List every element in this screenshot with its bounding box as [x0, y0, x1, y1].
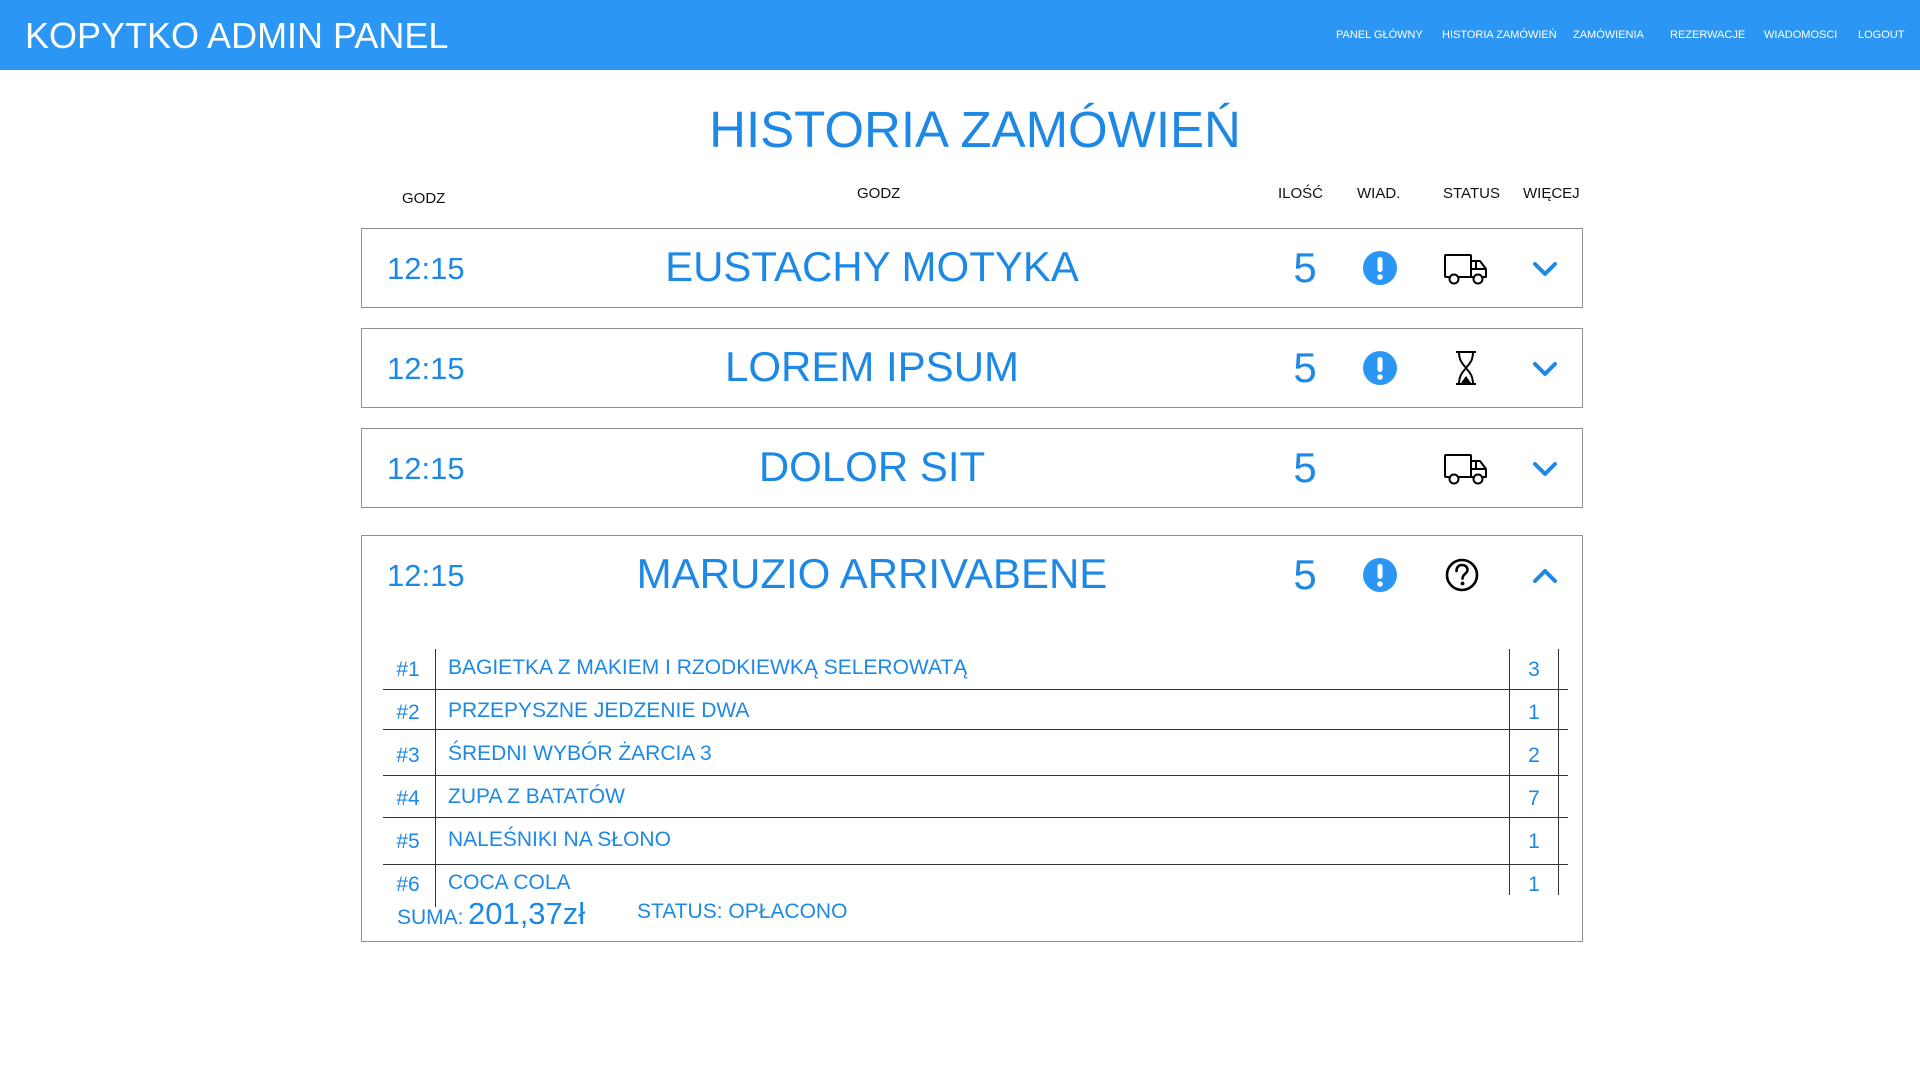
order-quantity: 5	[1293, 551, 1317, 598]
column-header-quantity: ILOŚĆ	[1278, 185, 1324, 202]
item-name: COCA COLA	[448, 871, 571, 894]
table-row[interactable]: #2 PRZEPYSZNE JEDZENIE DWA 1	[383, 699, 1563, 743]
top-navigation-bar: KOPYTKO ADMIN PANEL PANEL GŁÓWNY HISTORI…	[0, 0, 1920, 70]
nav-item-logout[interactable]: LOGOUT	[1858, 0, 1904, 70]
column-header-more: WIĘCEJ	[1523, 185, 1580, 202]
item-name: PRZEPYSZNE JEDZENIE DWA	[448, 699, 750, 722]
order-row-expanded[interactable]: 12:15 MARUZIO ARRIVABENE 5 #1 BAGIETKA Z…	[361, 535, 1583, 942]
page-title: HISTORIA ZAMÓWIEŃ	[709, 101, 1241, 158]
item-quantity: 1	[1528, 830, 1540, 853]
table-row[interactable]: #3 ŚREDNI WYBÓR ŻARCIA 3 2	[383, 742, 1563, 786]
order-time: 12:15	[387, 351, 465, 386]
exclamation-circle-icon[interactable]	[1362, 250, 1398, 286]
truck-icon[interactable]	[1443, 447, 1489, 489]
order-row[interactable]: 12:15 LOREM IPSUM 5	[361, 328, 1583, 408]
question-circle-icon[interactable]	[1443, 554, 1489, 596]
item-name: ŚREDNI WYBÓR ŻARCIA 3	[448, 742, 712, 765]
chevron-down-icon[interactable]	[1530, 454, 1560, 484]
item-name: BAGIETKA Z MAKIEM I RZODKIEWKĄ SELEROWAT…	[448, 656, 968, 679]
nav-item-panel-glowny[interactable]: PANEL GŁÓWNY	[1336, 0, 1423, 70]
item-number: #5	[396, 830, 420, 853]
item-name: NALEŚNIKI NA SŁONO	[448, 828, 671, 851]
order-quantity: 5	[1293, 444, 1317, 491]
order-time: 12:15	[387, 251, 465, 286]
exclamation-circle-icon[interactable]	[1362, 557, 1398, 593]
order-time: 12:15	[387, 451, 465, 486]
order-quantity: 5	[1293, 244, 1317, 291]
column-header-messages: WIAD.	[1357, 185, 1401, 202]
item-number: #2	[396, 701, 420, 724]
exclamation-circle-icon[interactable]	[1362, 350, 1398, 386]
order-customer-name: DOLOR SIT	[758, 443, 986, 490]
app-brand[interactable]: KOPYTKO ADMIN PANEL	[25, 0, 448, 70]
sum-value: 201,37zł	[467, 896, 586, 931]
table-row[interactable]: #5 NALEŚNIKI NA SŁONO 1	[383, 828, 1563, 872]
hourglass-icon[interactable]	[1443, 347, 1489, 389]
chevron-down-icon[interactable]	[1530, 254, 1560, 284]
column-header-name: GODZ	[857, 185, 901, 202]
table-row[interactable]: #4 ZUPA Z BATATÓW 7	[383, 785, 1563, 829]
order-row[interactable]: 12:15 EUSTACHY MOTYKA 5	[361, 228, 1583, 308]
nav-item-wiadomosci[interactable]: WIADOMOSCI	[1764, 0, 1837, 70]
order-quantity: 5	[1293, 344, 1317, 391]
order-customer-name: EUSTACHY MOTYKA	[665, 243, 1079, 290]
order-row[interactable]: 12:15 DOLOR SIT 5	[361, 428, 1583, 508]
order-customer-name: LOREM IPSUM	[724, 343, 1020, 390]
nav-item-zamowienia[interactable]: ZAMÓWIENIA	[1573, 0, 1644, 70]
item-number: #3	[396, 744, 420, 767]
payment-status: STATUS: OPŁACONO	[637, 900, 848, 923]
chevron-down-icon[interactable]	[1530, 354, 1560, 384]
column-header-time: GODZ	[402, 190, 446, 207]
item-quantity: 1	[1528, 873, 1540, 896]
nav-item-rezerwacje[interactable]: REZERWACJE	[1670, 0, 1745, 70]
item-quantity: 7	[1528, 787, 1540, 810]
item-quantity: 2	[1528, 744, 1540, 767]
truck-icon[interactable]	[1443, 247, 1489, 289]
item-quantity: 1	[1528, 701, 1540, 724]
item-number: #6	[396, 873, 420, 896]
table-row[interactable]: #1 BAGIETKA Z MAKIEM I RZODKIEWKĄ SELERO…	[383, 656, 1563, 700]
nav-item-historia-zamowien[interactable]: HISTORIA ZAMÓWIEŃ	[1442, 0, 1557, 70]
chevron-up-icon[interactable]	[1530, 561, 1560, 591]
item-name: ZUPA Z BATATÓW	[448, 785, 625, 808]
item-number: #4	[396, 787, 420, 810]
item-quantity: 3	[1528, 658, 1540, 681]
item-number: #1	[396, 658, 420, 681]
order-time: 12:15	[387, 558, 465, 593]
sum-label: SUMA:	[397, 906, 464, 929]
order-customer-name: MARUZIO ARRIVABENE	[636, 550, 1108, 597]
order-sum: SUMA: 201,37zł	[397, 896, 585, 932]
column-header-status: STATUS	[1443, 185, 1500, 202]
